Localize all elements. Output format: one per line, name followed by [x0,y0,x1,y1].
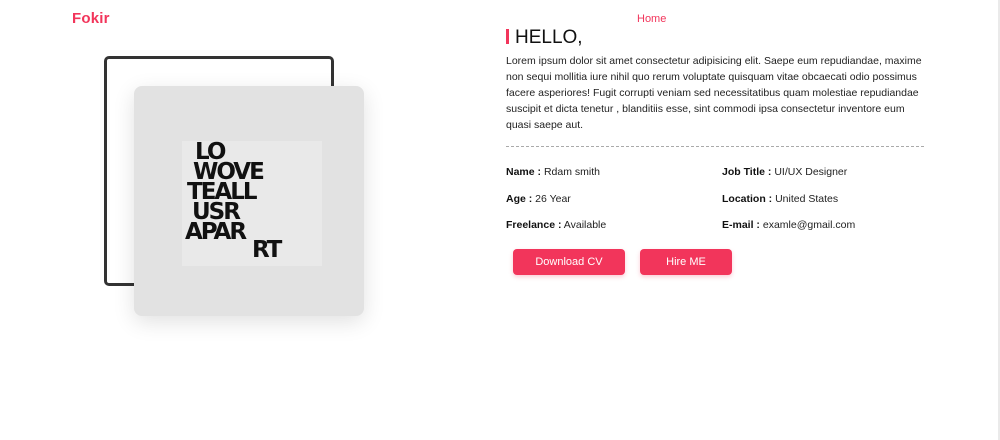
info-name: Name : Rdam smith [506,166,600,178]
email-value: examle@gmail.com [762,219,856,231]
profile-photo: LO WOVE TEALL USR APAR RT [134,86,364,316]
age-label: Age : [506,193,533,205]
accent-bar [506,29,509,44]
email-label: E-mail : [722,219,760,231]
job-title-label: Job Title : [722,166,772,178]
info-job-title: Job Title : UI/UX Designer [722,166,847,178]
location-label: Location : [722,193,773,205]
info-freelance: Freelance : Available [506,219,606,231]
art-line-6: RT [252,237,282,263]
name-value: Rdam smith [543,166,600,178]
nav-home-link[interactable]: Home [637,13,666,25]
photo-artwork: LO WOVE TEALL USR APAR RT [182,141,322,266]
location-value: United States [775,193,839,205]
age-value: 26 Year [535,193,571,205]
download-cv-button[interactable]: Download CV [513,249,625,275]
info-age: Age : 26 Year [506,193,571,205]
greeting-heading: HELLO, [506,27,583,49]
hire-me-button[interactable]: Hire ME [640,249,732,275]
section-divider [506,146,924,147]
info-location: Location : United States [722,193,838,205]
name-label: Name : [506,166,542,178]
intro-paragraph: Lorem ipsum dolor sit amet consectetur a… [506,55,922,131]
freelance-value: Available [563,219,607,231]
job-title-value: UI/UX Designer [774,166,848,178]
art-line-5: APAR [185,219,247,245]
logo[interactable]: Fokir [72,10,110,27]
info-email: E-mail : examle@gmail.com [722,219,855,231]
freelance-label: Freelance : [506,219,562,231]
greeting-text: HELLO, [515,27,583,48]
